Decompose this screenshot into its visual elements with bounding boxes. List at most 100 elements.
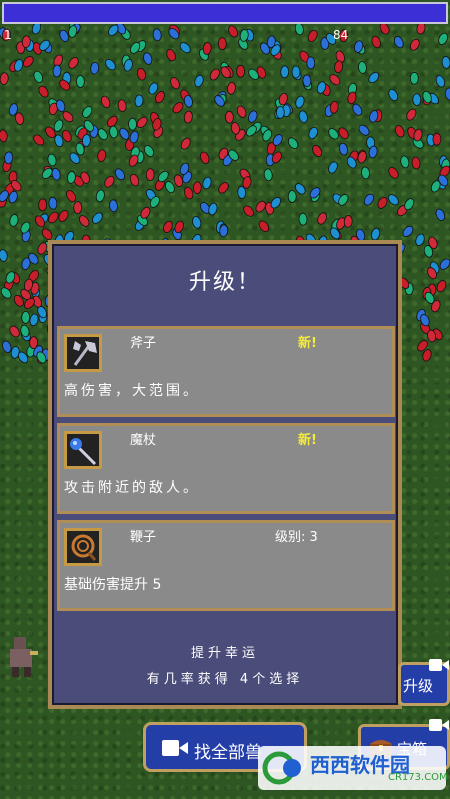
xp-gem <box>406 108 417 121</box>
xp-gem <box>29 336 39 349</box>
xp-gem <box>363 193 374 206</box>
xp-gem <box>306 56 316 70</box>
xp-gem <box>0 249 8 262</box>
xp-gem <box>192 216 202 229</box>
xp-gem <box>59 29 69 43</box>
xp-gem <box>47 153 57 167</box>
xp-gem <box>114 168 125 181</box>
xp-gem <box>228 25 238 38</box>
xp-gem <box>48 211 59 224</box>
xp-gem <box>409 71 419 85</box>
xp-gem <box>184 186 194 200</box>
xp-gem <box>444 87 450 101</box>
xp-gem <box>134 94 144 108</box>
xp-gem <box>275 106 285 119</box>
xp-gem <box>29 313 39 327</box>
xp-gem <box>58 210 69 222</box>
xp-gem <box>199 151 210 164</box>
luck-bonus-detail: 有几率获得 4个选择 <box>146 672 304 687</box>
xp-gem <box>357 150 367 164</box>
xp-gem <box>415 233 425 247</box>
xp-gem <box>166 48 176 62</box>
xp-gem <box>402 225 414 238</box>
xp-gem <box>104 175 115 188</box>
xp-gem <box>338 142 348 156</box>
xp-gem <box>338 127 349 140</box>
xp-gem <box>202 176 212 190</box>
xp-gem <box>361 166 370 180</box>
xp-gem <box>298 212 308 226</box>
xp-gem <box>368 71 380 84</box>
xp-gem <box>78 215 90 227</box>
xp-gem <box>224 110 234 124</box>
upgrade-choice-magic-wand[interactable]: 魔杖 新! 攻击附近的敌人。 <box>57 423 395 514</box>
xp-gem <box>298 110 308 124</box>
xp-gem <box>2 340 12 354</box>
xp-gem <box>117 99 127 113</box>
xp-gem <box>243 205 254 217</box>
new-badge: 新! <box>298 336 317 351</box>
level-up-panel: 升级！ 斧子 新! 高伤害，大范围。 魔杖 新! 攻击附近的敌人。 鞭子 级别:… <box>48 240 402 709</box>
xp-gem <box>0 72 9 86</box>
xp-gem <box>435 208 446 221</box>
xp-gem <box>411 156 421 170</box>
xp-gem <box>136 67 147 81</box>
xp-gem <box>9 325 20 338</box>
xp-gem <box>247 110 258 123</box>
xp-gem <box>347 91 357 105</box>
xp-gem <box>128 117 137 131</box>
xp-gem <box>263 168 273 182</box>
xp-gem <box>308 126 318 140</box>
choice-description: 基础伤害提升 5 <box>64 577 162 593</box>
xp-gem <box>432 132 442 146</box>
xp-gem <box>377 196 388 209</box>
xp-gem <box>82 106 93 118</box>
xp-gem <box>22 56 34 68</box>
upgrade-choice-axe[interactable]: 斧子 新! 高伤害，大范围。 <box>57 326 395 417</box>
xp-gem <box>179 42 191 54</box>
xp-gem <box>236 105 247 118</box>
xp-gem <box>295 95 305 109</box>
xp-gem <box>173 174 184 187</box>
luck-bonus-text: 提升幸运 <box>190 646 259 661</box>
xp-gem <box>129 173 140 187</box>
xp-gem <box>393 36 404 49</box>
xp-gem <box>436 280 447 293</box>
xp-gem <box>255 200 266 213</box>
xp-gem <box>394 125 405 138</box>
xp-gem <box>435 75 446 88</box>
xp-gem <box>143 52 153 65</box>
xp-gem <box>73 201 83 214</box>
video-camera-icon <box>429 659 449 671</box>
xp-gem <box>312 145 323 157</box>
upgrade-video-button[interactable]: 升级 <box>398 659 450 706</box>
xp-gem <box>194 74 204 88</box>
xp-gem <box>280 65 290 79</box>
xp-gem <box>109 199 118 213</box>
xp-gem <box>95 189 105 203</box>
xp-gem <box>357 61 367 74</box>
new-badge: 新! <box>298 433 317 448</box>
xp-gem <box>358 124 370 136</box>
xp-gem <box>152 28 162 42</box>
xp-gem <box>371 35 381 49</box>
upgrade-choice-whip[interactable]: 鞭子 级别: 3 基础伤害提升 5 <box>57 520 395 611</box>
video-camera-icon <box>162 740 188 756</box>
choice-name: 鞭子 <box>130 530 157 545</box>
xp-gem <box>329 74 341 86</box>
xp-gem <box>400 155 410 169</box>
xp-gem <box>180 137 191 150</box>
xp-gem <box>236 64 246 78</box>
xp-gem <box>38 85 49 98</box>
kill-counter: 84 <box>333 28 349 42</box>
watermark-logo-icon <box>262 751 301 785</box>
axe-icon <box>64 334 102 372</box>
xp-gem <box>4 151 14 165</box>
xp-gem <box>183 110 193 124</box>
watermark: 西西软件园 CR173.COM <box>258 746 448 790</box>
xp-gem <box>343 215 353 228</box>
xp-gem <box>328 128 339 140</box>
xp-gem <box>170 77 180 90</box>
player-character <box>10 637 38 677</box>
xp-gem <box>136 116 148 128</box>
